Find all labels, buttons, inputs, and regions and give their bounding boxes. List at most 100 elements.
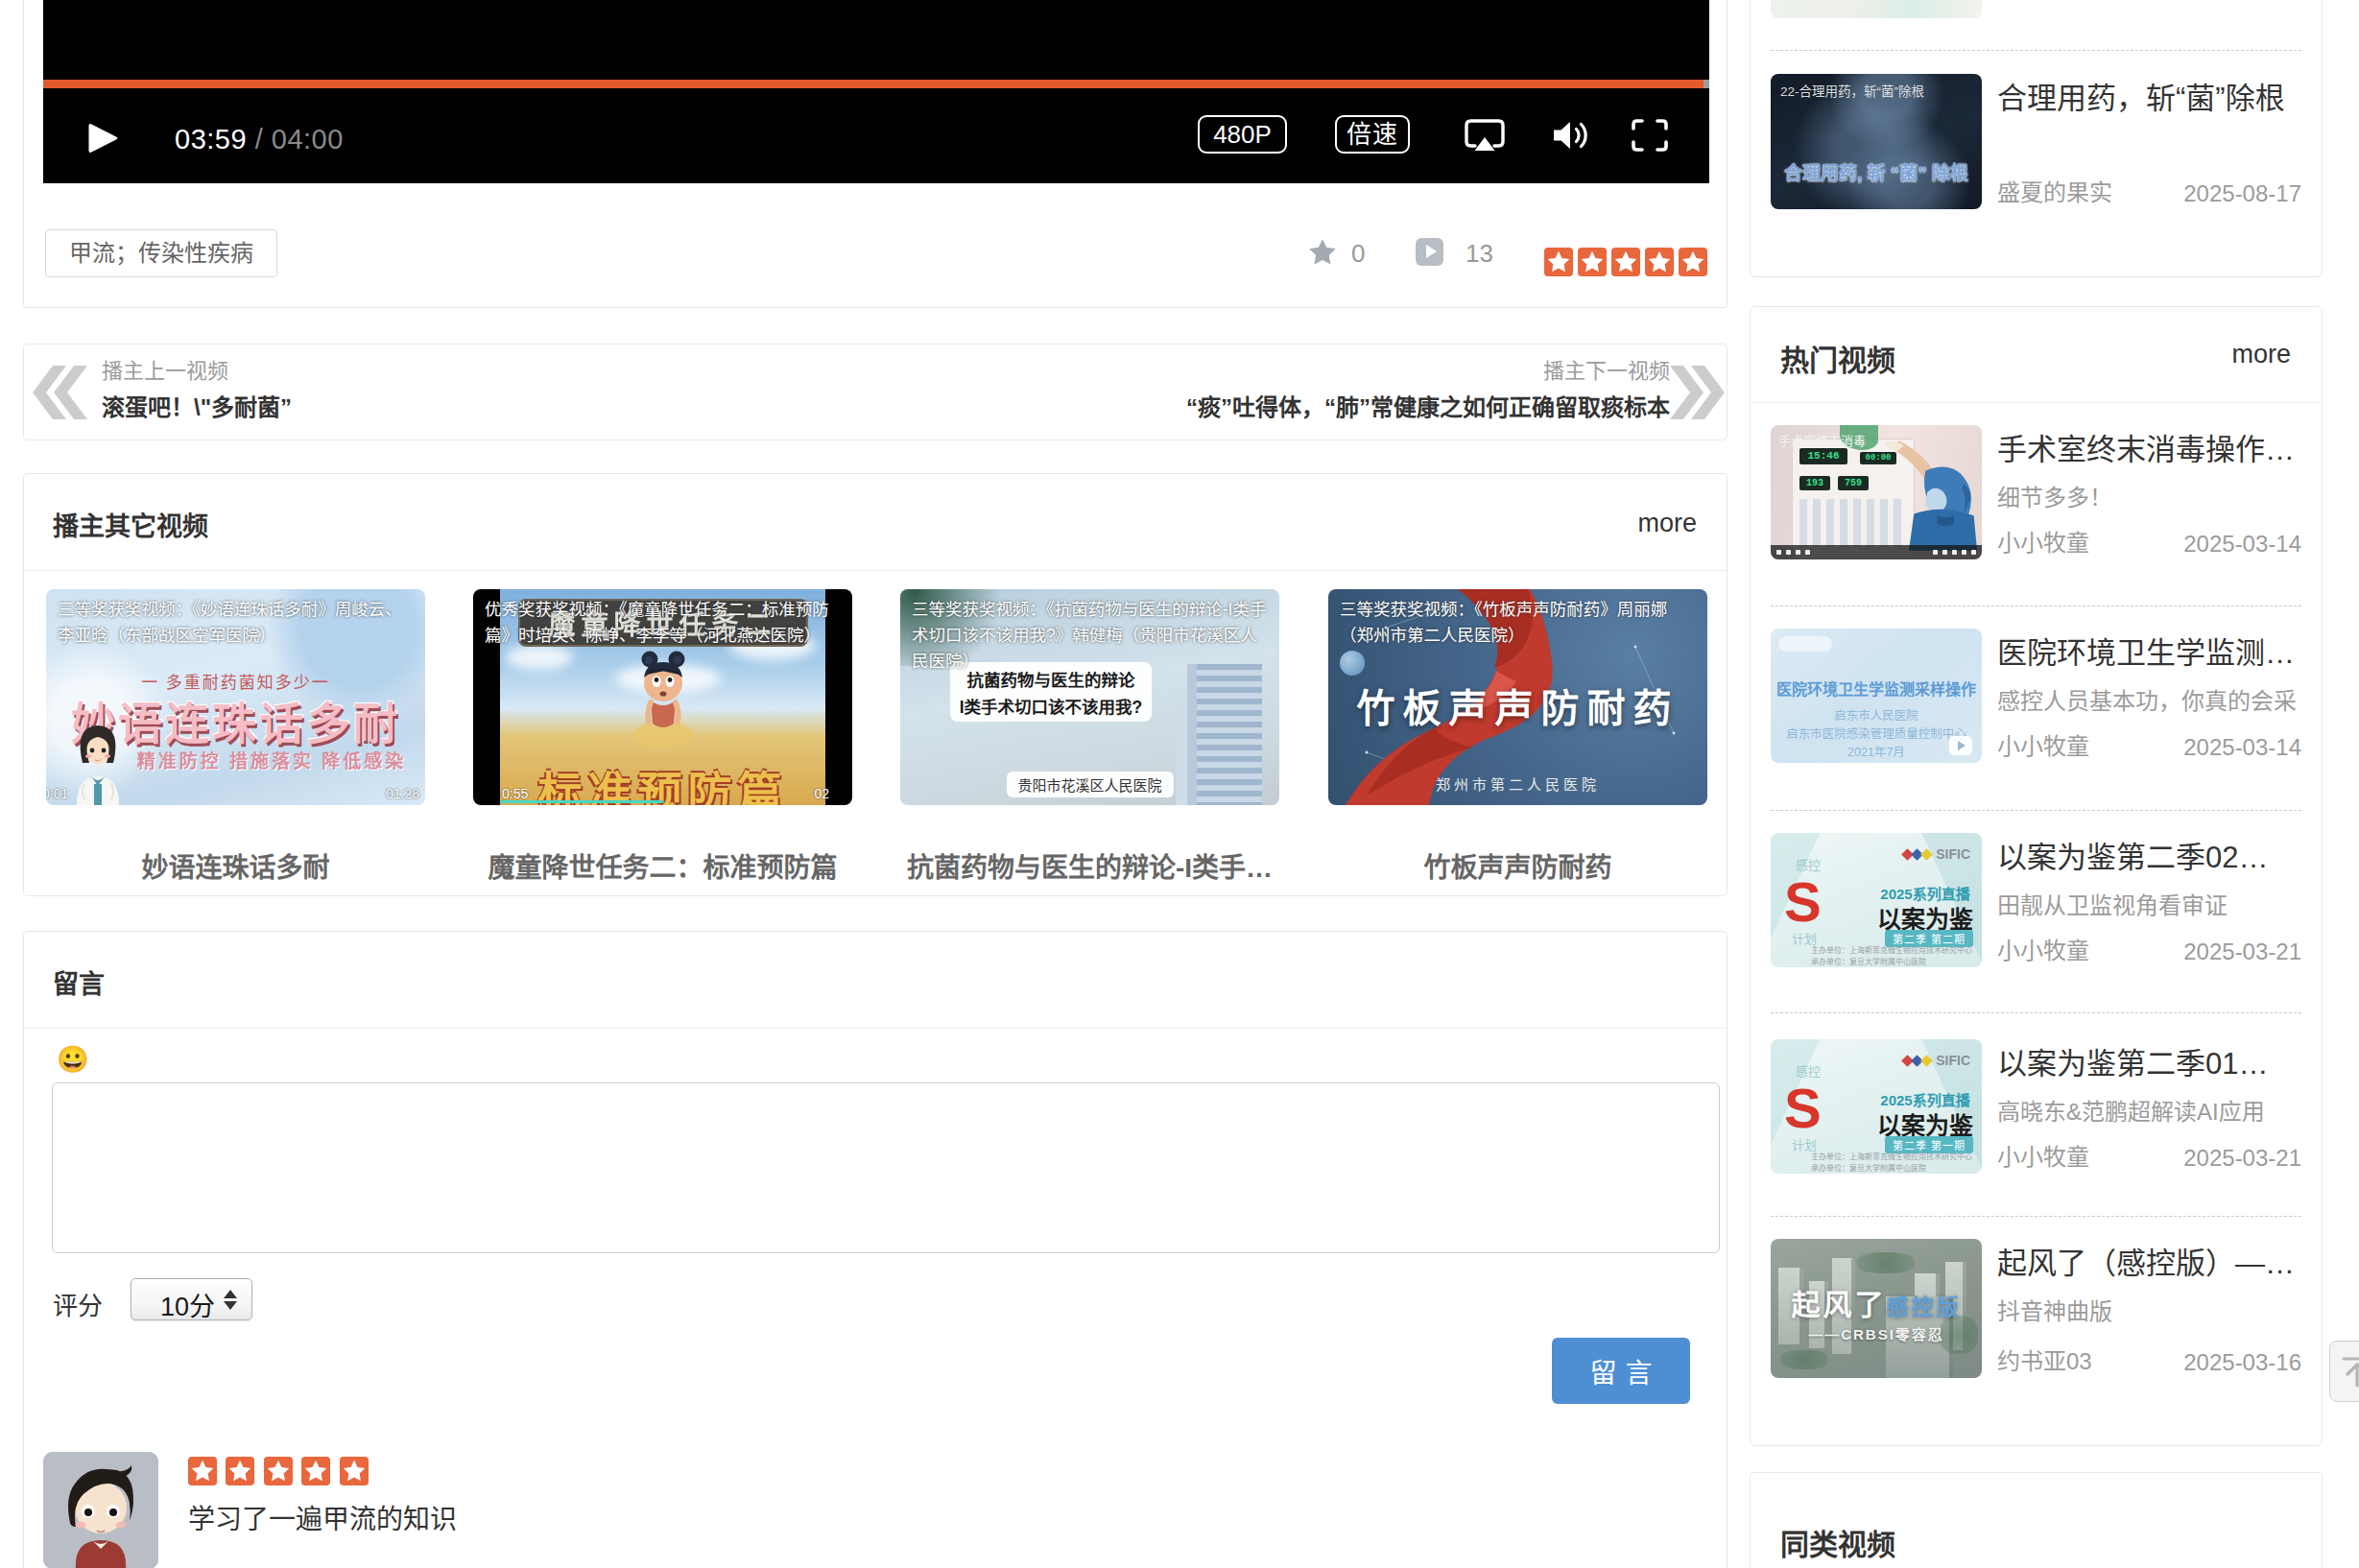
time-total: 04:00 [272, 124, 344, 154]
video-title[interactable]: 妙语连珠话多耐 [46, 846, 425, 885]
video-thumbnail[interactable]: 三等奖获奖视频：《抗菌药物与医生的辩论-I类手术切口该不该用我?》韩健梅（贵阳市… [900, 589, 1279, 805]
video-date: 2025-03-14 [2183, 531, 2301, 558]
sidebar-video-item[interactable]: 医院环境卫生学监测采样操作 启东市人民医院 启东市医院感染管理质量控制中心 20… [1771, 629, 2301, 763]
sidebar-hot-card: 热门视频 more 15:46 00:00 193 759 [1750, 306, 2323, 1446]
video-thumbnail[interactable] [1771, 0, 1982, 18]
favorite-count: 0 [1351, 239, 1365, 269]
back-to-top-button[interactable] [2329, 1341, 2359, 1402]
thumb-caption: 手术室终末消毒 [1778, 431, 1866, 449]
video-author: 小小牧童 [1997, 727, 2089, 761]
uploader-video-item[interactable]: 优秀奖获奖视频：《魔童降世任务二：标准预防篇》时培英、陈峥、李李等（河北燕达医院… [473, 589, 852, 805]
thumb-play-icon [1949, 736, 1972, 755]
video-title[interactable]: 以案为鉴第二季02… [1997, 833, 2301, 876]
video-thumbnail[interactable]: 三等奖获奖视频：《妙语连珠话多耐》周峻云、李亚晗（东部战区空军医院） 一 多重耐… [46, 589, 425, 805]
comment-textarea[interactable] [52, 1082, 1720, 1253]
video-title[interactable]: 抗菌药物与医生的辩论-I类手… [900, 846, 1279, 885]
header-divider [1751, 402, 2322, 403]
comments-header: 留言 [24, 932, 1727, 1029]
prev-video-title: 滚蛋吧！\"多耐菌” [102, 396, 292, 419]
video-tag[interactable]: 甲流；传染性疾病 [45, 229, 277, 277]
thumb-time-start: 0:55 [502, 786, 528, 801]
progress-bar[interactable] [43, 80, 1709, 88]
video-thumbnail[interactable]: 15:46 00:00 193 759 手术室终末消毒 [1771, 425, 1982, 559]
thumb-caption: 22-合理用药，斩“菌”除根 [1780, 81, 1924, 100]
stepper-up-icon [224, 1290, 237, 1298]
hot-videos-more-link[interactable]: more [2231, 340, 2291, 369]
nurse-figure [1884, 433, 1982, 552]
video-thumbnail[interactable]: 起风了感控版 ——CRBSI零容忍 [1771, 1239, 1982, 1378]
uploader-videos-title: 播主其它视频 [53, 506, 208, 543]
time-separator: / [247, 124, 272, 154]
poster-title: 竹板声声防耐药 [1328, 677, 1707, 733]
sidebar-video-item[interactable]: 感控 S 计划 SIFIC 2025系列直播 以案为鉴 第二季 第一期 主办单位… [1771, 1039, 2301, 1174]
emoji-picker-button[interactable]: 😀 [57, 1046, 89, 1073]
quality-button[interactable]: 480P [1198, 115, 1287, 154]
comment-text: 学习了一遍甲流的知识 [188, 1498, 457, 1536]
sidebar-latest-card: 22-合理用药，斩“菌”除根 合理用药, 斩 “菌” 除根 合理用药，斩“菌”除… [1750, 0, 2323, 277]
video-title[interactable]: 手术室终末消毒操作… [1997, 425, 2301, 468]
comments-title: 留言 [53, 963, 105, 1001]
sidebar-video-item[interactable]: 22-合理用药，斩“菌”除根 合理用药, 斩 “菌” 除根 合理用药，斩“菌”除… [1771, 74, 2301, 209]
comment-rating-stars [188, 1457, 373, 1489]
thumbnail-overlay-text: 三等奖获奖视频：《妙语连珠话多耐》周峻云、李亚晗（东部战区空军医院） [46, 589, 425, 649]
uploader-video-item[interactable]: 三等奖获奖视频：《抗菌药物与医生的辩论-I类手术切口该不该用我?》韩健梅（贵阳市… [900, 589, 1279, 805]
separator [1771, 810, 2301, 811]
poster-building [1187, 664, 1262, 805]
rating-select[interactable]: 10分 [131, 1278, 252, 1320]
select-stepper-icon [224, 1290, 237, 1310]
video-info: 手术室终末消毒操作… 细节多多！ 小小牧童 2025-03-14 [1997, 425, 2301, 559]
fullscreen-icon[interactable] [1630, 117, 1670, 157]
rating-star-icon [264, 1457, 293, 1485]
video-title[interactable]: 医院环境卫生学监测… [1997, 629, 2301, 672]
video-thumbnail[interactable]: 感控 S 计划 SIFIC 2025系列直播 以案为鉴 第二季 第一期 主办单位… [1771, 1039, 1982, 1174]
poster-badge: 贵阳市花溪区人民医院 [1006, 772, 1173, 797]
thumb-title: 合理用药, 斩 “菌” 除根 [1771, 158, 1982, 184]
led-display: 193 [1799, 476, 1830, 490]
separator [1771, 1216, 2301, 1217]
video-thumbnail[interactable]: 三等奖获奖视频：《竹板声声防耐药》周丽娜（郑州市第二人民医院） 竹板声声防耐药 … [1328, 589, 1707, 805]
prev-arrow-icon[interactable] [33, 366, 87, 419]
video-title[interactable]: 竹板声声防耐药 [1328, 846, 1707, 885]
favorite-star-icon[interactable] [1307, 237, 1338, 268]
video-thumbnail[interactable]: 感控 S 计划 SIFIC 2025系列直播 以案为鉴 第二季 第二期 主办单位… [1771, 833, 1982, 967]
rating-label: 评分 [53, 1286, 103, 1321]
volume-icon[interactable] [1551, 117, 1591, 157]
video-subtitle: 高晓东&范鹏超解读AI应用 [1997, 1093, 2301, 1127]
video-date: 2025-03-16 [2183, 1349, 2301, 1376]
rating-star-icon [1578, 248, 1607, 276]
video-info: 以案为鉴第二季02… 田靓从卫监视角看审证 小小牧童 2025-03-21 [1997, 833, 2301, 967]
sidebar-video-item[interactable] [1771, 0, 2301, 18]
sidebar-video-item[interactable]: 感控 S 计划 SIFIC 2025系列直播 以案为鉴 第二季 第二期 主办单位… [1771, 833, 2301, 967]
video-author: 小小牧童 [1997, 524, 2089, 558]
sidebar-video-item[interactable]: 15:46 00:00 193 759 手术室终末消毒 [1771, 425, 2301, 559]
video-title[interactable]: 合理用药，斩“菌”除根 [1997, 74, 2301, 117]
thumb-title: 医院环境卫生学监测采样操作 [1771, 677, 1982, 700]
speed-button[interactable]: 倍速 [1335, 115, 1410, 154]
video-author: 小小牧童 [1997, 1138, 2089, 1172]
uploader-videos-more-link[interactable]: more [1637, 509, 1697, 538]
next-video-label: 播主下一视频 [1186, 361, 1670, 382]
next-arrow-icon[interactable] [1670, 366, 1725, 419]
video-player[interactable]: 03:59 / 04:00 480P 倍速 [43, 0, 1709, 183]
next-video-link[interactable]: 播主下一视频 “痰”吐得体，“肺”常健康之如何正确留取痰标本 [1186, 361, 1670, 419]
video-info: 起风了（感控版）—… 抖音神曲版 约书亚03 2025-03-16 [1997, 1239, 2301, 1378]
thumb-title-accent: 感控版 [1887, 1295, 1962, 1319]
video-author: 约书亚03 [1997, 1342, 2092, 1376]
prev-video-link[interactable]: 播主上一视频 滚蛋吧！\"多耐菌” [102, 361, 292, 419]
video-title[interactable]: 起风了（感控版）—… [1997, 1239, 2301, 1282]
separator [1771, 50, 2301, 51]
uploader-video-item[interactable]: 三等奖获奖视频：《竹板声声防耐药》周丽娜（郑州市第二人民医院） 竹板声声防耐药 … [1328, 589, 1707, 805]
uploader-video-item[interactable]: 三等奖获奖视频：《妙语连珠话多耐》周峻云、李亚晗（东部战区空军医院） 一 多重耐… [46, 589, 425, 805]
thumbnail-overlay-text: 优秀奖获奖视频：《魔童降世任务二：标准预防篇》时培英、陈峥、李李等（河北燕达医院… [473, 589, 852, 649]
video-thumbnail[interactable]: 22-合理用药，斩“菌”除根 合理用药, 斩 “菌” 除根 [1771, 74, 1982, 209]
sidebar-video-item[interactable]: 起风了感控版 ——CRBSI零容忍 起风了（感控版）—… 抖音神曲版 约书亚03… [1771, 1239, 2301, 1378]
video-title[interactable]: 以案为鉴第二季01… [1997, 1039, 2301, 1082]
submit-comment-button[interactable]: 留言 [1552, 1338, 1690, 1404]
airplay-icon[interactable] [1463, 117, 1507, 159]
video-thumbnail[interactable]: 医院环境卫生学监测采样操作 启东市人民医院 启东市医院感染管理质量控制中心 20… [1771, 629, 1982, 763]
video-title[interactable]: 魔童降世任务二：标准预防篇 [473, 846, 852, 885]
play-button[interactable] [85, 122, 120, 154]
rating-select-value: 10分 [160, 1286, 215, 1323]
video-thumbnail[interactable]: 优秀奖获奖视频：《魔童降世任务二：标准预防篇》时培英、陈峥、李李等（河北燕达医院… [473, 589, 852, 805]
city-green [1780, 1350, 1828, 1369]
